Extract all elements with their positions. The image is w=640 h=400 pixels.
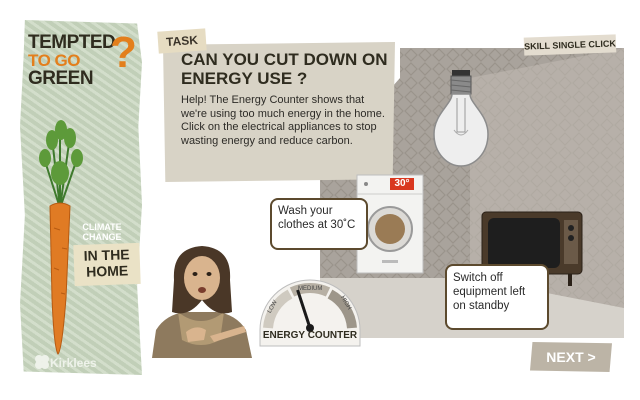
logo-question-mark: ?	[110, 28, 137, 77]
kirklees-logo-icon	[35, 355, 49, 369]
energy-counter-gauge: LOW MEDIUM HIGH ENERGY COUNTER	[254, 270, 366, 348]
gauge-medium-label: MEDIUM	[298, 286, 323, 292]
standby-tip-callout: Switch off equipment left on standby	[445, 264, 549, 330]
skill-tag: SKILL SINGLE CLICK	[523, 34, 617, 56]
gauge-title: ENERGY COUNTER	[262, 330, 358, 341]
climate-change-label: CLIMATE CHANGE	[82, 222, 122, 242]
washer-temperature-display: 30°	[394, 178, 410, 189]
wash-tip-callout: Wash your clothes at 30˚C	[270, 198, 368, 250]
skill-label: SKILL	[523, 40, 551, 52]
task-description: Help! The Energy Counter shows that we'r…	[181, 94, 385, 147]
presenter-avatar	[152, 246, 252, 358]
light-bulb[interactable]	[430, 70, 492, 170]
next-button[interactable]: NEXT >	[530, 342, 612, 372]
task-title: CAN YOU CUT DOWN ON ENERGY USE ?	[181, 50, 388, 88]
skill-value: SINGLE CLICK	[552, 38, 617, 51]
game-logo: TEMPTED TO GO GREEN ?	[28, 28, 138, 89]
kirklees-logo-text: Kirklees	[50, 356, 97, 370]
section-label: IN THE HOME	[73, 242, 141, 287]
